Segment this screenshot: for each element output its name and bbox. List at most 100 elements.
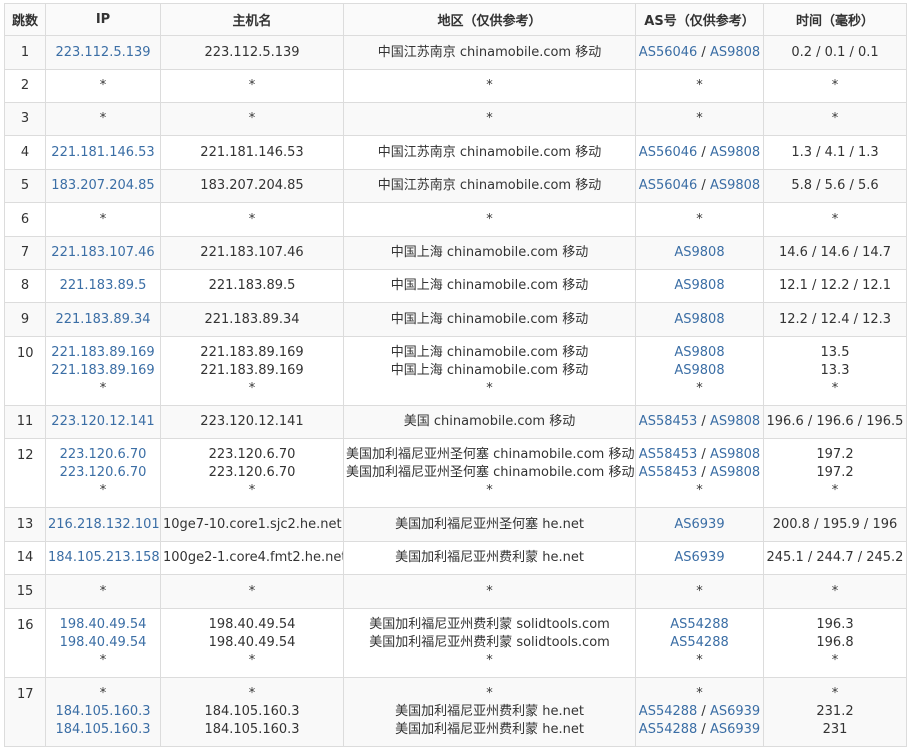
region-text: 中国江苏南京 chinamobile.com 移动 (377, 144, 602, 160)
ip-link[interactable]: 198.40.49.54 (48, 616, 158, 634)
hop-cell: 15 (4, 574, 46, 609)
asn-link[interactable]: AS54288 (670, 635, 729, 650)
traceroute-container: 跳数 IP 主机名 地区（仅供参考） AS号（仅供参考） 时间（毫秒） 1 223… (0, 0, 910, 747)
ip-link[interactable]: 183.207.204.85 (48, 177, 158, 195)
ip-link[interactable]: 221.183.89.34 (48, 311, 158, 329)
latency-text: 13.3 (820, 363, 850, 378)
ip-link[interactable]: 184.105.213.158 (48, 549, 160, 567)
asn-cell: AS56046 / AS9808 (635, 35, 764, 70)
asn-cell: * (635, 574, 764, 609)
asn-link[interactable]: AS9808 (710, 465, 760, 480)
ip-link[interactable]: 223.112.5.139 (48, 44, 158, 62)
region-text: 美国加利福尼亚州费利蒙 solidtools.com (369, 617, 610, 632)
latency-text: 197.2 (816, 447, 854, 462)
hostname-text: 223.120.12.141 (200, 414, 304, 429)
region-cell: 美国加利福尼亚州圣何塞 he.net (343, 507, 636, 542)
asn-link[interactable]: AS58453 (639, 465, 698, 480)
host-cell: 221.181.146.53 (160, 135, 344, 170)
ip-link[interactable]: 221.181.146.53 (48, 144, 158, 162)
asn-unknown: * (696, 211, 703, 227)
ip-link[interactable]: 223.120.6.70 (48, 446, 158, 464)
asn-unknown: * (696, 583, 703, 599)
asn-link[interactable]: AS58453 (639, 447, 698, 462)
region-cell: 美国加利福尼亚州圣何塞 chinamobile.com 移动 美国加利福尼亚州圣何… (343, 438, 636, 508)
asn-link[interactable]: AS6939 (674, 550, 724, 565)
header-hop: 跳数 (4, 3, 46, 36)
asn-link[interactable]: AS56046 (639, 178, 698, 193)
ip-link[interactable]: 184.105.160.3 (48, 703, 158, 721)
ip-link[interactable]: 198.40.49.54 (48, 634, 158, 652)
ip-link[interactable]: 223.120.6.70 (48, 464, 158, 482)
asn-cell: * (635, 69, 764, 103)
ip-link[interactable]: 221.183.89.5 (48, 277, 158, 295)
asn-link[interactable]: AS9808 (674, 363, 724, 378)
region-text: 中国上海 chinamobile.com 移动 (390, 278, 589, 293)
ip-link[interactable]: 216.218.132.101 (48, 516, 160, 534)
asn-unknown: * (696, 483, 703, 498)
ip-link[interactable]: 184.105.160.3 (48, 721, 158, 739)
asn-link[interactable]: AS58453 (639, 414, 698, 429)
hostname-text: * (248, 483, 256, 498)
latency-text: 231.2 (816, 704, 854, 719)
asn-line: AS56046 / AS9808 (638, 144, 761, 162)
region-cell: * (343, 102, 636, 136)
hostname-text: 221.183.89.5 (208, 278, 296, 293)
latency-text: 197.2 (816, 465, 854, 480)
asn-link[interactable]: AS56046 (639, 145, 698, 160)
asn-link[interactable]: AS56046 (639, 45, 698, 60)
header-time: 时间（毫秒） (763, 3, 907, 36)
ip-unknown: * (99, 653, 107, 668)
header-asn: AS号（仅供参考） (635, 3, 764, 36)
ip-link[interactable]: 221.183.107.46 (48, 244, 158, 262)
hostname-text: 221.183.107.46 (200, 245, 304, 260)
asn-link[interactable]: AS9808 (710, 145, 760, 160)
asn-link[interactable]: AS9808 (710, 414, 760, 429)
asn-cell: AS58453 / AS9808 (635, 405, 764, 439)
region-text: * (486, 211, 493, 227)
asn-link[interactable]: AS54288 (670, 617, 729, 632)
ip-link[interactable]: 221.183.89.169 (48, 362, 158, 380)
time-cell: * (763, 202, 907, 237)
asn-link[interactable]: AS9808 (674, 245, 724, 260)
asn-link[interactable]: AS9808 (674, 312, 724, 327)
hop-cell: 6 (4, 202, 46, 237)
hop-cell: 17 (4, 677, 46, 747)
hostname-text: 223.120.6.70 (208, 447, 296, 462)
latency-text: 196.8 (816, 635, 854, 650)
asn-link[interactable]: AS54288 (639, 704, 698, 719)
region-text: * (486, 653, 493, 668)
latency-text: 14.6 / 14.6 / 14.7 (778, 245, 892, 260)
asn-link[interactable]: AS9808 (674, 345, 724, 360)
asn-line: AS58453 / AS9808 (638, 464, 761, 482)
ip-cell: * 184.105.160.3 184.105.160.3 (45, 677, 161, 747)
hop-cell: 7 (4, 236, 46, 270)
ip-link[interactable]: 223.120.12.141 (48, 413, 158, 431)
asn-separator: / (697, 44, 710, 60)
host-cell: 10ge7-10.core1.sjc2.he.net (160, 507, 344, 542)
asn-unknown: * (696, 111, 703, 126)
latency-text: 231 (822, 722, 848, 737)
hop-cell: 11 (4, 405, 46, 439)
time-cell: 0.2 / 0.1 / 0.1 (763, 35, 907, 70)
table-row: 5 183.207.204.85 183.207.204.85 中国江苏南京 chin… (4, 169, 907, 203)
region-text: * (486, 483, 493, 498)
ip-cell: 198.40.49.54 198.40.49.54 * (45, 608, 161, 678)
asn-link[interactable]: AS6939 (674, 517, 724, 532)
asn-link[interactable]: AS6939 (710, 722, 760, 737)
asn-link[interactable]: AS54288 (639, 722, 698, 737)
ip-link[interactable]: 221.183.89.169 (48, 344, 158, 362)
time-cell: 1.3 / 4.1 / 1.3 (763, 135, 907, 170)
table-body: 1 223.112.5.139 223.112.5.139 中国江苏南京 chinam… (4, 35, 907, 747)
asn-cell: * (635, 102, 764, 136)
asn-link[interactable]: AS9808 (710, 45, 760, 60)
asn-link[interactable]: AS9808 (674, 278, 724, 293)
asn-link[interactable]: AS6939 (710, 704, 760, 719)
asn-link[interactable]: AS9808 (710, 447, 760, 462)
asn-link[interactable]: AS9808 (710, 178, 760, 193)
hostname-text: 183.207.204.85 (200, 178, 304, 193)
region-text: * (486, 583, 493, 599)
ip-cell: 221.183.89.34 (45, 302, 161, 337)
asn-cell: AS6939 (635, 541, 764, 575)
table-row: 14 184.105.213.158 100ge2-1.core4.fmt2.he.… (4, 541, 907, 575)
time-cell: 12.2 / 12.4 / 12.3 (763, 302, 907, 337)
